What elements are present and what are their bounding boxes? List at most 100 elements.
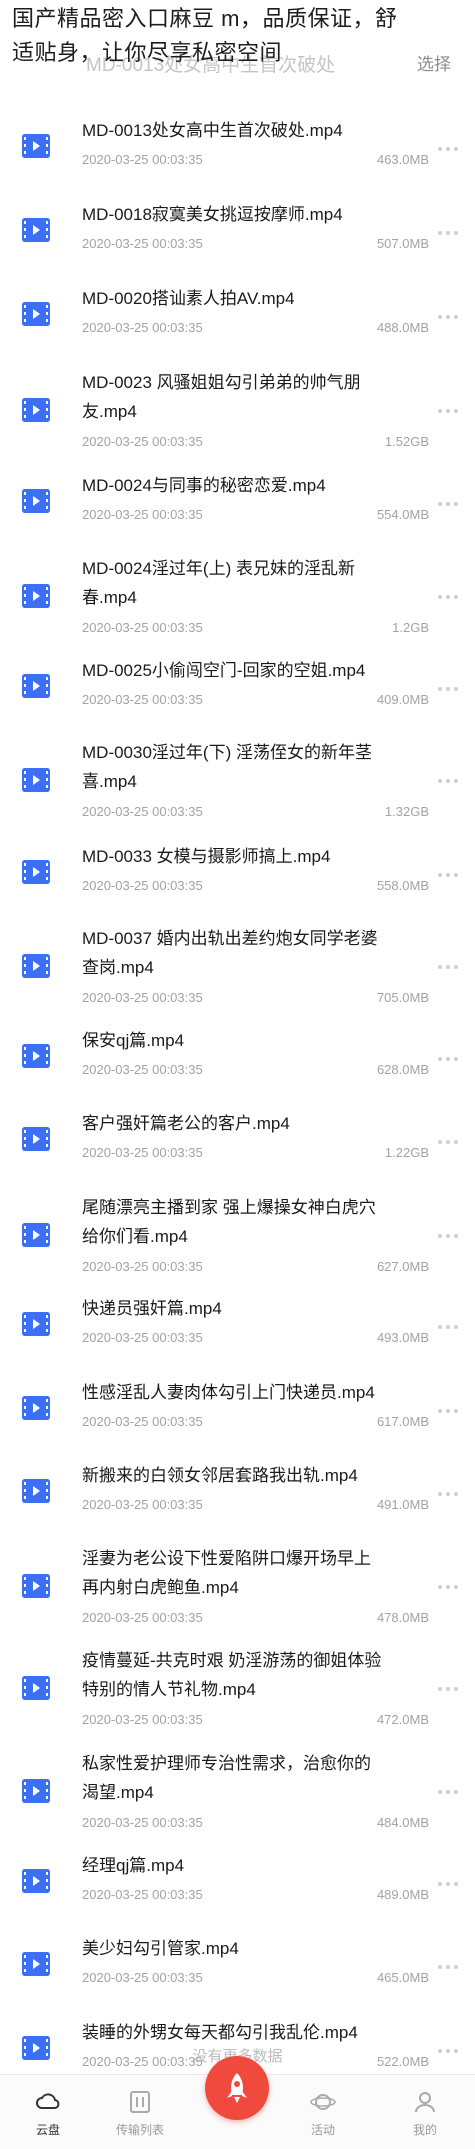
file-date: 2020-03-25 00:03:35 bbox=[82, 692, 203, 707]
file-size: 489.0MB bbox=[376, 1887, 429, 1902]
more-options-icon[interactable] bbox=[437, 1964, 459, 1970]
more-options-icon[interactable] bbox=[437, 230, 459, 236]
more-options-icon[interactable] bbox=[437, 1056, 459, 1062]
file-list-item[interactable]: MD-0030淫过年(下) 淫荡侄女的新年茎喜.mp4 2020-03-25 00… bbox=[0, 730, 475, 834]
file-name: 保安qj篇.mp4 bbox=[82, 1031, 185, 1050]
video-file-icon bbox=[22, 1312, 50, 1336]
video-file-icon bbox=[22, 768, 50, 792]
file-list-item[interactable]: 美少妇勾引管家.mp4 2020-03-25 00:03:35 465.0MB bbox=[0, 1926, 475, 2010]
file-name: MD-0025小偷闯空门-回家的空姐.mp4 bbox=[82, 661, 366, 680]
file-list-item[interactable]: MD-0023 风骚姐姐勾引弟弟的帅气朋友.mp4 2020-03-25 00:0… bbox=[0, 360, 475, 463]
file-list-item[interactable]: MD-0025小偷闯空门-回家的空姐.mp4 2020-03-25 00:03:3… bbox=[0, 648, 475, 730]
tab-activity[interactable]: 活动 bbox=[283, 2089, 363, 2138]
more-options-icon[interactable] bbox=[437, 1491, 459, 1497]
rocket-button[interactable] bbox=[205, 2056, 269, 2120]
file-date: 2020-03-25 00:03:35 bbox=[82, 620, 203, 635]
file-list-item[interactable]: MD-0013处女高中生首次破处.mp4 2020-03-25 00:03:35 4… bbox=[0, 108, 475, 192]
tab-label: 活动 bbox=[310, 2123, 335, 2137]
video-file-icon bbox=[22, 398, 50, 422]
file-name: MD-0033 女模与摄影师搞上.mp4 bbox=[82, 847, 331, 866]
tab-label: 我的 bbox=[412, 2123, 437, 2137]
file-size: 491.0MB bbox=[376, 1497, 429, 1512]
file-size: 627.0MB bbox=[376, 1259, 429, 1274]
more-options-icon[interactable] bbox=[437, 314, 459, 320]
tab-transfer[interactable]: 传输列表 bbox=[100, 2089, 180, 2138]
file-date: 2020-03-25 00:03:35 bbox=[82, 1062, 203, 1077]
file-name: 淫妻为老公设下性爱陷阱口爆开场早上再内射白虎鲍鱼.mp4 bbox=[82, 1549, 371, 1597]
file-name: MD-0037 婚内出轨出差约炮女同学老婆查岗.mp4 bbox=[82, 929, 378, 977]
more-options-icon[interactable] bbox=[437, 146, 459, 152]
file-date: 2020-03-25 00:03:35 bbox=[82, 1330, 203, 1345]
file-list-item[interactable]: 客户强奸篇老公的客户.mp4 2020-03-25 00:03:35 1.22GB bbox=[0, 1101, 475, 1185]
file-list-item[interactable]: MD-0024与同事的秘密恋爱.mp4 2020-03-25 00:03:35 55… bbox=[0, 463, 475, 546]
file-list-item[interactable]: 新搬来的白领女邻居套路我出轨.mp4 2020-03-25 00:03:35 491… bbox=[0, 1453, 475, 1536]
file-date: 2020-03-25 00:03:35 bbox=[82, 1259, 203, 1274]
video-file-icon bbox=[22, 134, 50, 158]
video-file-icon bbox=[22, 489, 50, 513]
video-file-icon bbox=[22, 1127, 50, 1151]
file-name: 尾随漂亮主播到家 强上爆操女神白虎穴给你们看.mp4 bbox=[82, 1198, 376, 1246]
file-date: 2020-03-25 00:03:35 bbox=[82, 1497, 203, 1512]
file-name: MD-0013处女高中生首次破处.mp4 bbox=[82, 121, 343, 140]
file-size: 484.0MB bbox=[376, 1815, 429, 1830]
file-date: 2020-03-25 00:03:35 bbox=[82, 152, 203, 167]
more-options-icon[interactable] bbox=[437, 686, 459, 692]
file-size: 1.52GB bbox=[384, 434, 429, 449]
file-date: 2020-03-25 00:03:35 bbox=[82, 1970, 203, 1985]
video-file-icon bbox=[22, 1396, 50, 1420]
file-list-item[interactable]: 性感淫乱人妻肉体勾引上门快递员.mp4 2020-03-25 00:03:35 61… bbox=[0, 1370, 475, 1453]
video-file-icon bbox=[22, 1479, 50, 1503]
more-options-icon[interactable] bbox=[437, 1584, 459, 1590]
file-list-item[interactable]: MD-0024淫过年(上) 表兄妹的淫乱新春.mp4 2020-03-25 00:… bbox=[0, 546, 475, 648]
video-file-icon bbox=[22, 1676, 50, 1700]
file-list-item[interactable]: 疫情蔓延-共克时艰 奶淫游荡的御姐体验特别的情人节礼物.mp4 2020-03-2… bbox=[0, 1638, 475, 1741]
rocket-icon bbox=[227, 2073, 247, 2103]
file-list-item[interactable]: MD-0020搭讪素人拍AV.mp4 2020-03-25 00:03:35 488… bbox=[0, 276, 475, 360]
more-options-icon[interactable] bbox=[437, 1408, 459, 1414]
file-name: 新搬来的白领女邻居套路我出轨.mp4 bbox=[82, 1466, 358, 1485]
tab-cloud[interactable]: 云盘 bbox=[8, 2089, 88, 2138]
more-options-icon[interactable] bbox=[437, 501, 459, 507]
file-name: 性感淫乱人妻肉体勾引上门快递员.mp4 bbox=[82, 1383, 375, 1402]
video-file-icon bbox=[22, 1574, 50, 1598]
file-size: 1.32GB bbox=[384, 804, 429, 819]
more-options-icon[interactable] bbox=[437, 1686, 459, 1692]
video-file-icon bbox=[22, 1952, 50, 1976]
more-options-icon[interactable] bbox=[437, 1881, 459, 1887]
file-list-item[interactable]: MD-0018寂寞美女挑逗按摩师.mp4 2020-03-25 00:03:35 5… bbox=[0, 192, 475, 276]
file-list-item[interactable]: 保安qj篇.mp4 2020-03-25 00:03:35 628.0MB bbox=[0, 1018, 475, 1101]
file-size: 628.0MB bbox=[376, 1062, 429, 1077]
more-options-icon[interactable] bbox=[437, 778, 459, 784]
file-name: 疫情蔓延-共克时艰 奶淫游荡的御姐体验特别的情人节礼物.mp4 bbox=[82, 1651, 382, 1699]
tab-label: 云盘 bbox=[35, 2123, 60, 2137]
tab-profile[interactable]: 我的 bbox=[385, 2089, 465, 2138]
more-options-icon[interactable] bbox=[437, 594, 459, 600]
file-size: 1.22GB bbox=[384, 1145, 429, 1160]
file-name: MD-0018寂寞美女挑逗按摩师.mp4 bbox=[82, 205, 343, 224]
select-button[interactable]: 选择 bbox=[417, 50, 451, 75]
file-list-item[interactable]: 尾随漂亮主播到家 强上爆操女神白虎穴给你们看.mp4 2020-03-25 00:… bbox=[0, 1185, 475, 1286]
more-options-icon[interactable] bbox=[437, 1233, 459, 1239]
file-name: 经理qj篇.mp4 bbox=[82, 1856, 185, 1875]
file-date: 2020-03-25 00:03:35 bbox=[82, 1815, 203, 1830]
file-size: 488.0MB bbox=[376, 320, 429, 335]
file-size: 465.0MB bbox=[376, 1970, 429, 1985]
file-list-item[interactable]: 私家性爱护理师专治性需求，治愈你的渴望.mp4 2020-03-25 00:03:… bbox=[0, 1741, 475, 1843]
file-list-item[interactable]: 淫妻为老公设下性爱陷阱口爆开场早上再内射白虎鲍鱼.mp4 2020-03-25 0… bbox=[0, 1536, 475, 1638]
file-date: 2020-03-25 00:03:35 bbox=[82, 507, 203, 522]
more-options-icon[interactable] bbox=[437, 1139, 459, 1145]
video-file-icon bbox=[22, 954, 50, 978]
more-options-icon[interactable] bbox=[437, 1789, 459, 1795]
file-list-item[interactable]: 快递员强奸篇.mp4 2020-03-25 00:03:35 493.0MB bbox=[0, 1286, 475, 1370]
file-list-item[interactable]: 经理qj篇.mp4 2020-03-25 00:03:35 489.0MB bbox=[0, 1843, 475, 1926]
more-options-icon[interactable] bbox=[437, 1324, 459, 1330]
file-list-item[interactable]: MD-0037 婚内出轨出差约炮女同学老婆查岗.mp4 2020-03-25 00… bbox=[0, 916, 475, 1018]
file-date: 2020-03-25 00:03:35 bbox=[82, 1887, 203, 1902]
more-options-icon[interactable] bbox=[437, 408, 459, 414]
file-list-item[interactable]: MD-0033 女模与摄影师搞上.mp4 2020-03-25 00:03:35 5… bbox=[0, 834, 475, 916]
file-size: 558.0MB bbox=[376, 878, 429, 893]
file-date: 2020-03-25 00:03:35 bbox=[82, 990, 203, 1005]
file-date: 2020-03-25 00:03:35 bbox=[82, 320, 203, 335]
more-options-icon[interactable] bbox=[437, 964, 459, 970]
more-options-icon[interactable] bbox=[437, 872, 459, 878]
